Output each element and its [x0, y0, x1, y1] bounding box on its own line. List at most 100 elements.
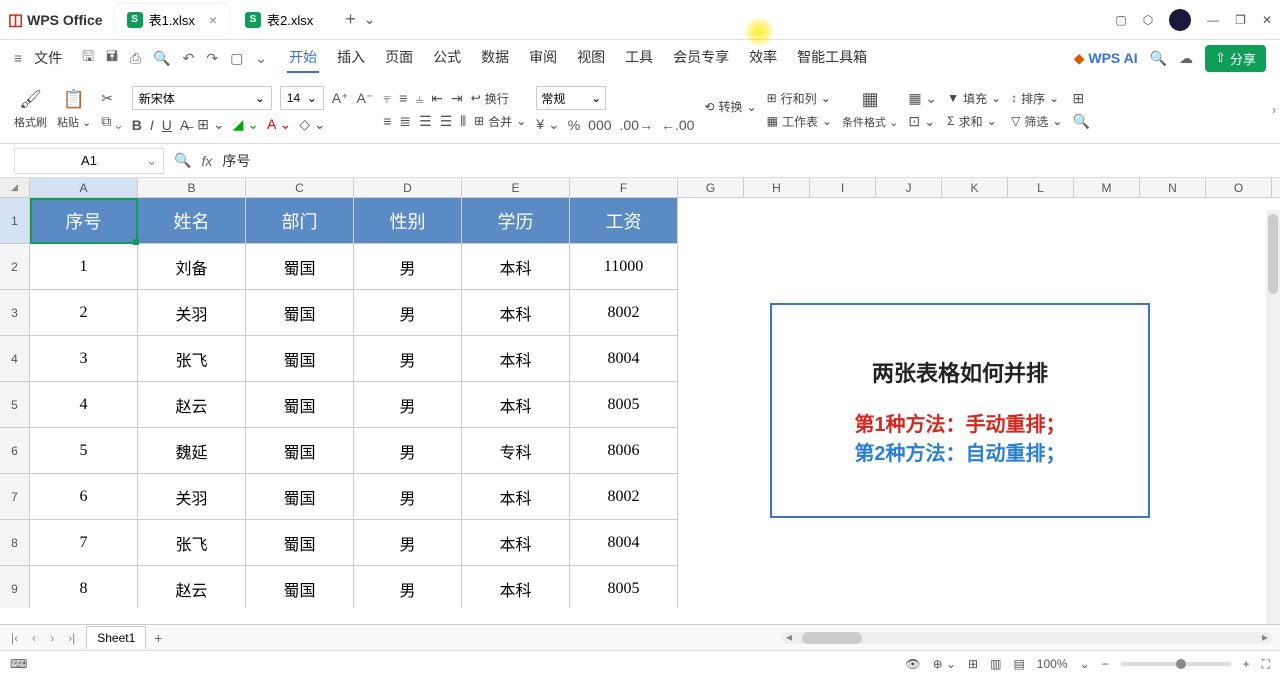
data-cell[interactable]: 本科: [462, 244, 570, 290]
chevron-down-icon[interactable]: ⌄: [255, 50, 267, 67]
zoom-out-icon[interactable]: −: [1102, 657, 1109, 671]
col-header-N[interactable]: N: [1140, 178, 1206, 197]
paste-button[interactable]: 📋粘贴 ⌄: [57, 89, 91, 130]
data-cell[interactable]: 赵云: [138, 566, 246, 608]
new-tab-button[interactable]: +: [345, 9, 356, 30]
bold-icon[interactable]: B: [132, 117, 142, 133]
data-cell[interactable]: 2: [30, 290, 138, 336]
data-cell[interactable]: 蜀国: [246, 382, 354, 428]
orientation-button[interactable]: ⟲ 转换 ⌄: [704, 98, 756, 115]
menu-会员专享[interactable]: 会员专享: [671, 43, 731, 73]
font-size-select[interactable]: 14⌄: [280, 86, 324, 110]
hamburger-icon[interactable]: ≡: [14, 50, 22, 66]
text-box[interactable]: 两张表格如何并排 第1种方法：手动重排； 第2种方法：自动重排；: [770, 303, 1150, 518]
data-cell[interactable]: 男: [354, 474, 462, 520]
search-icon[interactable]: 🔍: [1150, 50, 1167, 67]
header-cell[interactable]: 学历: [462, 198, 570, 244]
row-header-1[interactable]: 1: [0, 198, 30, 244]
increase-decimal-icon[interactable]: .00→: [620, 117, 653, 133]
data-cell[interactable]: 本科: [462, 566, 570, 608]
col-header-J[interactable]: J: [876, 178, 942, 197]
data-cell[interactable]: 关羽: [138, 474, 246, 520]
name-box[interactable]: A1⌄: [14, 148, 164, 174]
eye-icon[interactable]: 👁: [905, 657, 920, 671]
crop-icon[interactable]: ⊡ ⌄: [908, 113, 937, 130]
chevron-down-icon[interactable]: ⌄: [1080, 657, 1090, 671]
zoom-in-icon[interactable]: +: [1243, 657, 1250, 671]
view-break-icon[interactable]: ▤: [1013, 657, 1024, 671]
clipboard-icon[interactable]: ▢: [230, 50, 243, 67]
freeze-icon[interactable]: ⊞: [1072, 90, 1089, 107]
italic-icon[interactable]: I: [150, 117, 154, 133]
menu-智能工具箱[interactable]: 智能工具箱: [795, 43, 869, 73]
comma-icon[interactable]: 000: [588, 117, 611, 133]
cond-format-button[interactable]: ▦条件格式 ⌄: [842, 89, 898, 130]
strikethrough-icon[interactable]: A̶: [180, 117, 189, 133]
data-cell[interactable]: 男: [354, 290, 462, 336]
data-cell[interactable]: 8005: [570, 382, 678, 428]
menu-审阅[interactable]: 审阅: [527, 43, 559, 73]
wps-ai-button[interactable]: ◆ WPS AI: [1074, 50, 1138, 67]
sheet-tab[interactable]: Sheet1: [86, 626, 146, 649]
copy-icon[interactable]: ⧉ ⌄: [101, 113, 122, 130]
data-cell[interactable]: 8006: [570, 428, 678, 474]
row-header-7[interactable]: 7: [0, 474, 30, 520]
fill-color-icon[interactable]: ◢ ⌄: [233, 116, 259, 133]
data-cell[interactable]: 5: [30, 428, 138, 474]
data-cell[interactable]: 11000: [570, 244, 678, 290]
worksheet-button[interactable]: ▦ 工作表 ⌄: [767, 113, 832, 130]
row-header-2[interactable]: 2: [0, 244, 30, 290]
header-cell[interactable]: 部门: [246, 198, 354, 244]
font-name-select[interactable]: 新宋体⌄: [132, 86, 272, 110]
data-cell[interactable]: 3: [30, 336, 138, 382]
merge-button[interactable]: ⊞ 合并 ⌄: [474, 113, 526, 130]
data-cell[interactable]: 4: [30, 382, 138, 428]
data-cell[interactable]: 本科: [462, 382, 570, 428]
sum-button[interactable]: Σ 求和 ⌄: [947, 113, 1001, 130]
col-header-A[interactable]: A: [30, 178, 138, 197]
data-cell[interactable]: 本科: [462, 290, 570, 336]
align-left-icon[interactable]: ≡: [383, 113, 391, 129]
save-icon[interactable]: 🖫: [82, 46, 94, 70]
align-top-icon[interactable]: ⫧: [383, 90, 391, 107]
minimize-icon[interactable]: —: [1207, 13, 1219, 27]
data-cell[interactable]: 蜀国: [246, 244, 354, 290]
sort-button[interactable]: ↕ 排序 ⌄: [1011, 90, 1062, 107]
col-header-O[interactable]: O: [1206, 178, 1272, 197]
save-as-icon[interactable]: 🖬: [106, 46, 118, 70]
row-header-3[interactable]: 3: [0, 290, 30, 336]
focus-icon[interactable]: ⊕ ⌄: [933, 657, 956, 671]
decrease-decimal-icon[interactable]: ←.00: [661, 117, 694, 133]
col-header-C[interactable]: C: [246, 178, 354, 197]
data-cell[interactable]: 8002: [570, 474, 678, 520]
row-header-8[interactable]: 8: [0, 520, 30, 566]
avatar[interactable]: [1169, 9, 1191, 31]
border-icon[interactable]: ⊞ ⌄: [197, 116, 224, 133]
menu-效率[interactable]: 效率: [747, 43, 779, 73]
data-cell[interactable]: 6: [30, 474, 138, 520]
data-cell[interactable]: 8002: [570, 290, 678, 336]
col-header-E[interactable]: E: [462, 178, 570, 197]
cell-style-icon[interactable]: ▦ ⌄: [908, 90, 937, 107]
fx-icon[interactable]: fx: [201, 153, 212, 169]
data-cell[interactable]: 男: [354, 520, 462, 566]
data-cell[interactable]: 蜀国: [246, 336, 354, 382]
underline-icon[interactable]: U: [162, 117, 172, 133]
row-header-5[interactable]: 5: [0, 382, 30, 428]
sheet-first-icon[interactable]: |‹: [8, 631, 21, 645]
percent-icon[interactable]: %: [568, 117, 580, 133]
sheet-last-icon[interactable]: ›|: [65, 631, 78, 645]
view-normal-icon[interactable]: ⊞: [968, 657, 978, 671]
add-sheet-button[interactable]: +: [154, 630, 162, 646]
ribbon-more-icon[interactable]: ›: [1272, 103, 1276, 117]
menu-工具[interactable]: 工具: [623, 43, 655, 73]
redo-icon[interactable]: ↷: [206, 50, 218, 67]
data-cell[interactable]: 8004: [570, 520, 678, 566]
distribute-icon[interactable]: ⫴: [460, 113, 466, 130]
increase-font-icon[interactable]: A⁺: [332, 90, 349, 107]
header-cell[interactable]: 姓名: [138, 198, 246, 244]
data-cell[interactable]: 男: [354, 336, 462, 382]
horizontal-scrollbar[interactable]: ◂ ▸: [782, 632, 1272, 644]
number-format-select[interactable]: 常规⌄: [536, 86, 606, 110]
align-center-icon[interactable]: ≣: [399, 113, 411, 130]
